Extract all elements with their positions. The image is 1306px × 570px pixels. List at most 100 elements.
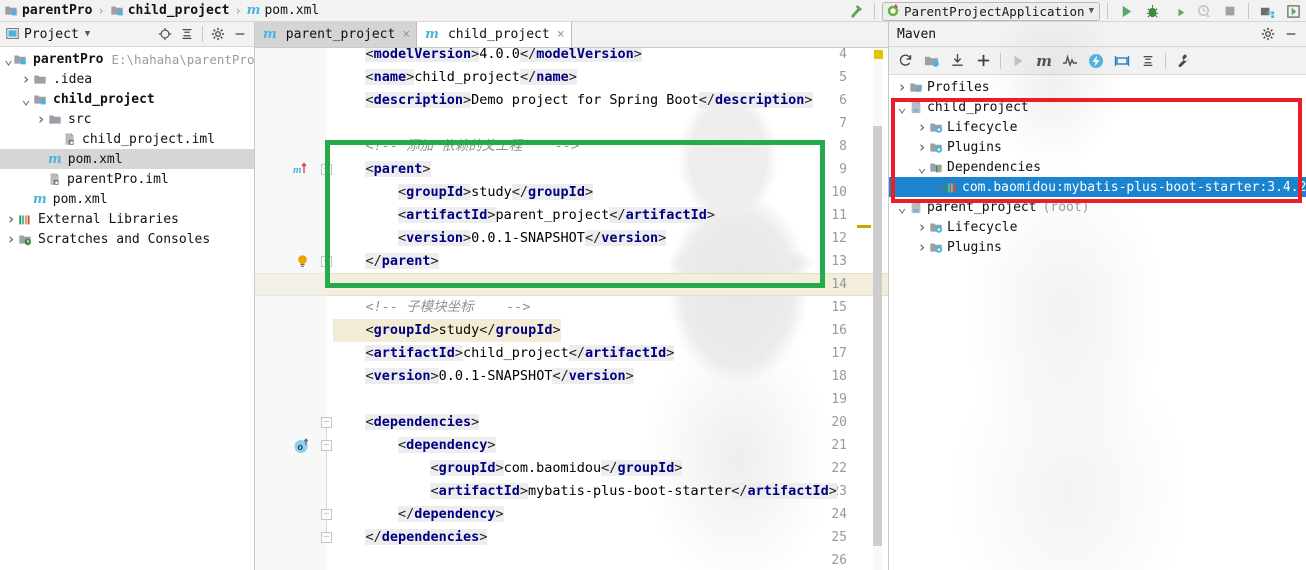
project-structure-icon[interactable] xyxy=(1256,1,1278,21)
toggle-skip-tests-icon[interactable] xyxy=(1058,50,1082,72)
maven-settings-icon[interactable] xyxy=(1171,50,1195,72)
scrollbar-warning-marker[interactable] xyxy=(857,225,871,228)
project-tree-row[interactable]: ⌄ parentPro E:\hahaha\parentPro xyxy=(0,49,254,69)
run-configuration-selector[interactable]: ParentProjectApplication ▼ xyxy=(881,1,1100,21)
code-line[interactable]: <groupId>study</groupId> xyxy=(333,319,561,342)
chevron-right-icon[interactable]: › xyxy=(915,117,929,137)
reload-all-maven-projects-icon[interactable] xyxy=(893,50,917,72)
project-tree-row[interactable]: › src xyxy=(0,109,254,129)
maven-tree-row[interactable]: › Lifecycle xyxy=(889,217,1306,237)
code-line[interactable]: </dependencies> xyxy=(333,526,488,549)
download-sources-icon[interactable] xyxy=(945,50,969,72)
code-line[interactable]: <artifactId>mybatis-plus-boot-starter</a… xyxy=(333,480,837,503)
project-tree-row[interactable]: ⌄ child_project xyxy=(0,89,254,109)
code-line[interactable]: <artifactId>parent_project</artifactId> xyxy=(333,204,715,227)
breadcrumb-item-parentpro[interactable]: parentPro xyxy=(4,0,92,22)
code-line[interactable]: <!-- 添加 依赖的父工程 --> xyxy=(333,135,579,158)
inspection-warning-icon[interactable] xyxy=(874,50,883,59)
chevron-right-icon[interactable]: › xyxy=(915,137,929,157)
collapse-all-icon[interactable] xyxy=(177,24,197,44)
code-line[interactable]: <groupId>study</groupId> xyxy=(333,181,594,204)
maven-tree-row[interactable]: ⌄ Dependencies xyxy=(889,157,1306,177)
editor-tab-parent_project[interactable]: m parent_project × xyxy=(255,22,418,47)
project-tree-row[interactable]: m pom.xml xyxy=(0,189,254,209)
code-line[interactable]: <artifactId>child_project</artifactId> xyxy=(333,342,675,365)
code-line[interactable]: <version>0.0.1-SNAPSHOT</version> xyxy=(333,365,634,388)
settings-icon[interactable] xyxy=(1258,24,1278,44)
code-line[interactable]: <description>Demo project for Spring Boo… xyxy=(333,89,813,112)
search-icon[interactable] xyxy=(1282,1,1304,21)
project-tree-row[interactable]: › External Libraries xyxy=(0,209,254,229)
intention-bulb-icon[interactable] xyxy=(295,253,310,272)
code-line[interactable]: <name>child_project</name> xyxy=(333,66,577,89)
breadcrumb-item-child-project[interactable]: child_project xyxy=(110,0,229,22)
toggle-offline-mode-icon[interactable] xyxy=(1084,50,1108,72)
chevron-right-icon[interactable]: › xyxy=(895,77,909,97)
coverage-icon[interactable] xyxy=(1167,1,1189,21)
add-icon[interactable] xyxy=(971,50,995,72)
editor-gutter[interactable] xyxy=(255,48,327,570)
fold-marker[interactable]: – xyxy=(321,509,332,520)
breadcrumb[interactable]: parentPro › child_project › m pom.xml xyxy=(0,0,319,22)
show-dependencies-icon[interactable] xyxy=(1110,50,1134,72)
maven-tree-row[interactable]: › Plugins xyxy=(889,137,1306,157)
fold-marker[interactable]: – xyxy=(321,164,332,175)
editor-tabs[interactable]: m parent_project × m child_project × xyxy=(255,22,888,48)
project-tree-row[interactable]: m pom.xml xyxy=(0,149,254,169)
maven-tree-row[interactable]: › Lifecycle xyxy=(889,117,1306,137)
hide-icon[interactable] xyxy=(230,24,250,44)
code-text[interactable]: <modelVersion>4.0.0</modelVersion> <name>… xyxy=(333,48,888,570)
project-tree-row[interactable]: › .idea xyxy=(0,69,254,89)
play-icon[interactable] xyxy=(1115,1,1137,21)
fold-marker[interactable]: – xyxy=(321,256,332,267)
maven-parent-up-icon[interactable]: m xyxy=(293,161,309,180)
maven-tree-row[interactable]: › Profiles xyxy=(889,77,1306,97)
code-line[interactable]: <parent> xyxy=(333,158,431,181)
code-line[interactable]: <dependencies> xyxy=(333,411,480,434)
stop-icon[interactable] xyxy=(1219,1,1241,21)
code-viewport[interactable]: 4 5 6 7 8 9 10 11 12 13 14 15 16 17 18 19 20 21 22 23 24 25 26… xyxy=(255,48,888,570)
code-line[interactable]: <groupId>com.baomidou</groupId> xyxy=(333,457,683,480)
maven-projects-tree[interactable]: › Profiles ⌄ m child_project › Lifecycle › Plugi… xyxy=(889,75,1306,257)
maven-tree-row[interactable]: › com.baomidou:mybatis-plus-boot-starter:… xyxy=(889,177,1306,197)
close-icon[interactable]: × xyxy=(402,27,410,42)
code-line[interactable]: <version>0.0.1-SNAPSHOT</version> xyxy=(333,227,667,250)
editor-scrollbar-thumb[interactable] xyxy=(873,126,882,546)
execute-maven-goal-icon[interactable]: m xyxy=(1032,50,1056,72)
chevron-right-icon[interactable]: › xyxy=(34,109,48,129)
close-icon[interactable]: × xyxy=(557,27,565,42)
fold-marker[interactable]: – xyxy=(321,532,332,543)
hide-icon[interactable] xyxy=(1281,24,1301,44)
chevron-down-icon[interactable]: ▼ xyxy=(85,29,90,39)
run-maven-build-icon[interactable] xyxy=(1006,50,1030,72)
settings-icon[interactable] xyxy=(208,24,228,44)
chevron-down-icon[interactable]: ⌄ xyxy=(4,49,13,69)
chevron-right-icon[interactable]: › xyxy=(4,209,18,229)
editor-tab-child_project[interactable]: m child_project × xyxy=(417,22,572,47)
code-line[interactable]: <modelVersion>4.0.0</modelVersion> xyxy=(333,48,642,66)
project-tree-row[interactable]: child_project.iml xyxy=(0,129,254,149)
chevron-down-icon[interactable]: ⌄ xyxy=(895,97,909,117)
collapse-all-icon[interactable] xyxy=(1136,50,1160,72)
chevron-down-icon[interactable]: ⌄ xyxy=(895,197,909,217)
breadcrumb-item-pom-xml[interactable]: m pom.xml xyxy=(247,0,320,22)
code-line[interactable]: </dependency> xyxy=(333,503,504,526)
maven-tree-row[interactable]: › Plugins xyxy=(889,237,1306,257)
profiler-icon[interactable] xyxy=(1193,1,1215,21)
chevron-right-icon[interactable]: › xyxy=(19,69,33,89)
chevron-down-icon[interactable]: ▼ xyxy=(1089,6,1094,16)
chevron-right-icon[interactable]: › xyxy=(915,237,929,257)
dependency-override-icon[interactable]: o xyxy=(293,437,310,457)
hammer-icon[interactable] xyxy=(845,1,867,21)
chevron-down-icon[interactable]: ⌄ xyxy=(19,89,33,109)
code-line[interactable]: <!-- 子模块坐标 --> xyxy=(333,296,530,319)
project-tree[interactable]: ⌄ parentPro E:\hahaha\parentPro › .idea ⌄ chil… xyxy=(0,47,254,249)
bug-icon[interactable] xyxy=(1141,1,1163,21)
chevron-down-icon[interactable]: ⌄ xyxy=(915,157,929,177)
chevron-right-icon[interactable]: › xyxy=(935,177,944,197)
chevron-right-icon[interactable]: › xyxy=(915,217,929,237)
chevron-right-icon[interactable]: › xyxy=(4,229,18,249)
fold-marker[interactable]: – xyxy=(321,440,332,451)
project-tree-row[interactable]: parentPro.iml xyxy=(0,169,254,189)
add-maven-project-icon[interactable] xyxy=(919,50,943,72)
